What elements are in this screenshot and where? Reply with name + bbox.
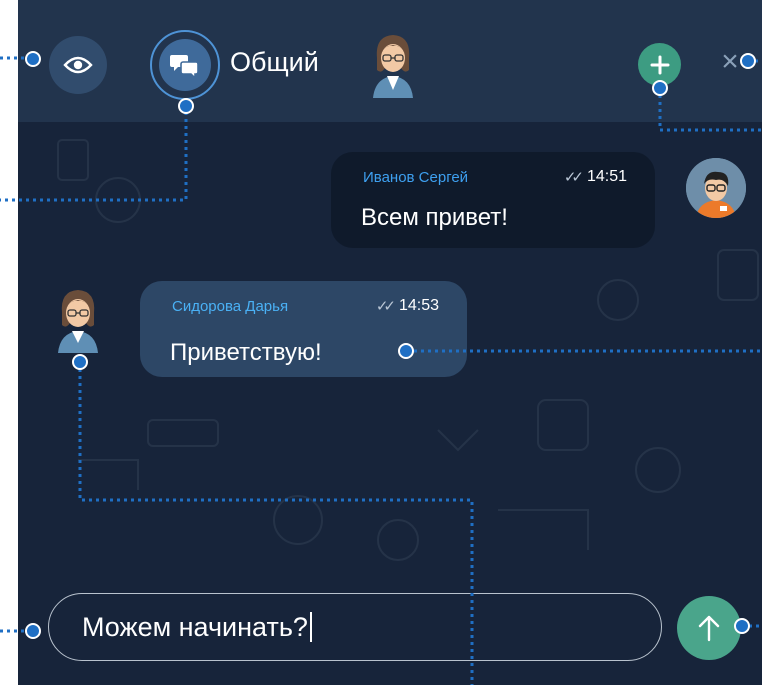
chat-window: Общий × Иванов Сергей ✓✓ 14:51 Всем прив… bbox=[18, 0, 762, 685]
annotation-dot bbox=[740, 53, 756, 69]
sender-avatar[interactable] bbox=[686, 158, 746, 218]
annotation-dot bbox=[652, 80, 668, 96]
message-text: Приветствую! bbox=[170, 339, 322, 366]
send-button[interactable] bbox=[677, 596, 741, 660]
chat-title: Общий bbox=[230, 47, 319, 77]
annotation-dot bbox=[25, 51, 41, 67]
message-bubble: Иванов Сергей ✓✓ 14:51 Всем привет! bbox=[331, 152, 655, 248]
annotation-dot bbox=[734, 618, 750, 634]
annotation-dot bbox=[72, 354, 88, 370]
male-avatar-icon bbox=[686, 158, 746, 218]
user-avatar[interactable] bbox=[365, 30, 421, 98]
message-time: 14:51 bbox=[586, 168, 627, 185]
annotation-dot bbox=[398, 343, 414, 359]
message-input[interactable]: Можем начинать? bbox=[48, 593, 662, 661]
message-meta: ✓✓ 14:53 bbox=[376, 297, 439, 315]
message-text: Всем привет! bbox=[361, 204, 508, 231]
message-bubble: Сидорова Дарья ✓✓ 14:53 Приветствую! bbox=[140, 281, 467, 377]
message-meta: ✓✓ 14:51 bbox=[564, 168, 627, 186]
watch-button[interactable] bbox=[49, 36, 107, 94]
annotation-dot bbox=[178, 98, 194, 114]
chat-bubbles-icon bbox=[170, 55, 199, 78]
text-caret bbox=[309, 611, 312, 642]
sender-avatar[interactable] bbox=[48, 283, 108, 353]
close-icon: × bbox=[721, 45, 739, 78]
eye-icon bbox=[63, 56, 93, 74]
double-check-icon: ✓✓ bbox=[563, 169, 584, 186]
plus-icon bbox=[650, 55, 669, 74]
message-input-value: Можем начинать? bbox=[82, 612, 308, 642]
double-check-icon: ✓✓ bbox=[375, 298, 396, 315]
message-sender: Сидорова Дарья bbox=[172, 298, 289, 315]
chat-type-button[interactable] bbox=[150, 30, 220, 100]
close-button[interactable]: × bbox=[718, 45, 742, 78]
arrow-up-icon bbox=[698, 615, 720, 642]
annotation-dot bbox=[25, 623, 41, 639]
message-time: 14:53 bbox=[398, 297, 439, 314]
message-sender: Иванов Сергей bbox=[363, 169, 469, 186]
